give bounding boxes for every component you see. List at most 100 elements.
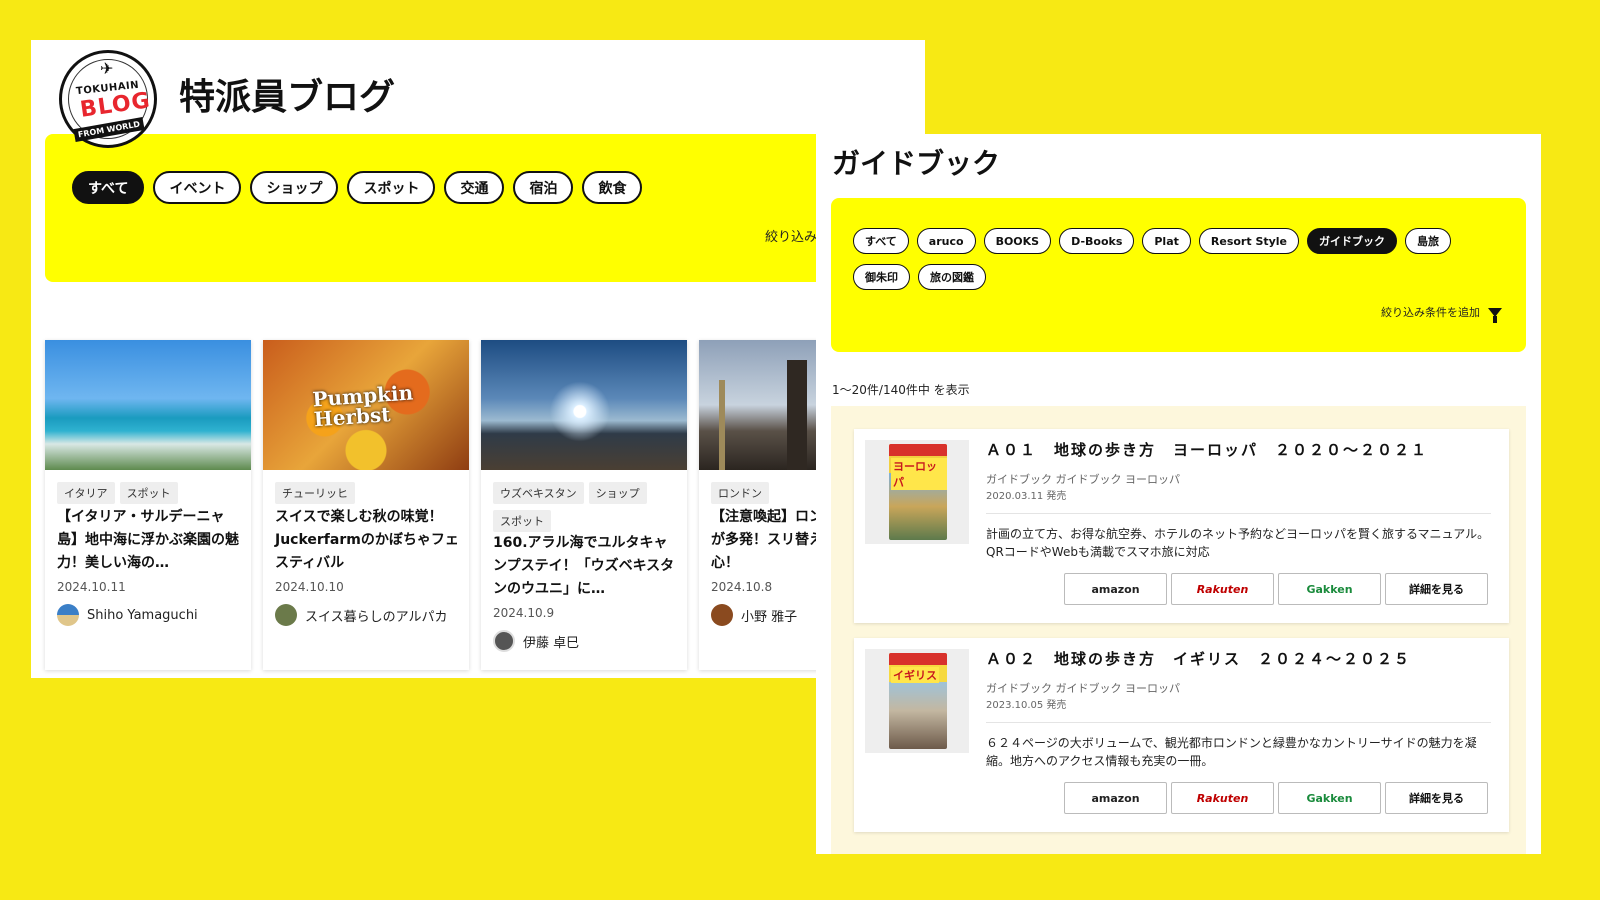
guidebook-title: ガイドブック [832, 147, 1001, 180]
book-category: ガイドブック ガイドブック ヨーロッパ [986, 682, 1180, 695]
cover-image: ヨーロッパ [889, 444, 947, 540]
book-category: ガイドブック ガイドブック ヨーロッパ [986, 473, 1180, 486]
details-button[interactable]: 詳細を見る [1385, 573, 1488, 605]
divider [986, 513, 1491, 514]
airplane-icon: ✈ [100, 59, 114, 78]
book-card: イギリス Ａ０２ 地球の歩き方 イギリス ２０２４〜２０２５ ガイドブック ガイ… [854, 638, 1509, 832]
gakken-button[interactable]: Gakken [1278, 573, 1381, 605]
article-card[interactable]: ウズベキスタン ショップ スポット 160.アラル海でユルタキャンプステイ！「ウ… [481, 340, 687, 670]
article-tags: イタリア スポット [57, 482, 247, 504]
article-date: 2024.10.9 [493, 606, 555, 620]
article-date: 2024.10.11 [57, 580, 126, 594]
filter-d-books[interactable]: D-Books [1059, 228, 1135, 254]
divider [986, 722, 1491, 723]
book-list: ヨーロッパ Ａ０１ 地球の歩き方 ヨーロッパ ２０２０〜２０２１ ガイドブック … [831, 406, 1526, 854]
filter-funnel-icon [1488, 307, 1502, 323]
blog-panel: ✈ TOKUHAIN BLOG FROM WORLD 特派員ブログ すべて イベ… [31, 40, 925, 678]
book-release-date: 2020.03.11 発売 [986, 491, 1067, 502]
cover-caption: ヨーロッパ [891, 458, 947, 490]
article-card[interactable]: Pumpkin Herbst チューリッヒ スイスで楽しむ秋の味覚！Jucker… [263, 340, 469, 670]
filter-shop[interactable]: ショップ [250, 171, 339, 204]
avatar [57, 604, 79, 626]
shop-buttons: amazon Rakuten Gakken 詳細を見る [1064, 782, 1488, 814]
cover-image: イギリス [889, 653, 947, 749]
blog-category-filters: すべて イベント ショップ スポット 交通 宿泊 飲食 [72, 171, 643, 204]
pole-shape [719, 380, 725, 470]
article-thumbnail[interactable]: Pumpkin Herbst [263, 340, 469, 470]
book-description: ６２４ページの大ボリュームで、観光都市ロンドンと緑豊かなカントリーサイドの魅力を… [986, 736, 1477, 768]
filter-travel-encyclopedia[interactable]: 旅の図鑑 [918, 264, 986, 290]
blog-filter-panel: すべて イベント ショップ スポット 交通 宿泊 飲食 絞り込み条件を [45, 134, 925, 282]
book-card: ヨーロッパ Ａ０１ 地球の歩き方 ヨーロッパ ２０２０〜２０２１ ガイドブック … [854, 429, 1509, 623]
avatar [275, 604, 297, 626]
article-tag[interactable]: ウズベキスタン [493, 482, 584, 504]
avatar [493, 630, 515, 652]
article-tags: チューリッヒ [275, 482, 465, 504]
author-name: Shiho Yamaguchi [87, 607, 198, 623]
book-cover[interactable]: イギリス [865, 649, 969, 753]
filter-plat[interactable]: Plat [1142, 228, 1191, 254]
filter-lodging[interactable]: 宿泊 [513, 171, 574, 204]
guidebook-panel: ガイドブック すべて aruco BOOKS D-Books Plat Reso… [816, 134, 1541, 854]
guidebook-filter-panel: すべて aruco BOOKS D-Books Plat Resort Styl… [831, 198, 1526, 352]
book-title[interactable]: Ａ０２ 地球の歩き方 イギリス ２０２４〜２０２５ [986, 648, 1411, 669]
article-card[interactable]: イタリア スポット 【イタリア・サルデーニャ島】地中海に浮かぶ楽園の魅力！美しい… [45, 340, 251, 670]
article-title[interactable]: スイスで楽しむ秋の味覚！Juckerfarmのかぼちゃフェスティバル [275, 506, 461, 575]
article-author[interactable]: 伊藤 卓巳 [493, 630, 579, 652]
filter-transport[interactable]: 交通 [444, 171, 505, 204]
article-tag[interactable]: スポット [493, 510, 551, 532]
filter-spot[interactable]: スポット [347, 171, 436, 204]
guidebook-add-filter-link[interactable]: 絞り込み条件を追加 [1381, 304, 1502, 323]
filter-books[interactable]: BOOKS [983, 228, 1052, 254]
blog-title: 特派員ブログ [179, 77, 396, 118]
article-author[interactable]: Shiho Yamaguchi [57, 604, 198, 626]
article-tag[interactable]: ショップ [588, 482, 647, 504]
book-description: 計画の立て方、お得な航空券、ホテルのネット予約などヨーロッパを賢く旅するマニュア… [986, 527, 1490, 559]
book-cover[interactable]: ヨーロッパ [865, 440, 969, 544]
article-tag[interactable]: チューリッヒ [275, 482, 355, 504]
avatar [711, 604, 733, 626]
article-tags: ウズベキスタン ショップ スポット [493, 482, 683, 532]
article-thumbnail[interactable] [45, 340, 251, 470]
book-release-date: 2023.10.05 発売 [986, 700, 1067, 711]
article-list: イタリア スポット 【イタリア・サルデーニャ島】地中海に浮かぶ楽園の魅力！美しい… [45, 340, 905, 670]
filter-aruco[interactable]: aruco [916, 228, 976, 254]
filter-guidebook[interactable]: ガイドブック [1307, 228, 1398, 254]
filter-food[interactable]: 飲食 [582, 171, 643, 204]
filter-goshuin[interactable]: 御朱印 [853, 264, 910, 290]
filter-island-trip[interactable]: 島旅 [1405, 228, 1452, 254]
author-name: 伊藤 卓巳 [523, 635, 580, 651]
result-count: 1〜20件/140件中 を表示 [832, 383, 970, 397]
rakuten-button[interactable]: Rakuten [1171, 573, 1274, 605]
filter-all[interactable]: すべて [72, 171, 145, 204]
article-title[interactable]: 160.アラル海でユルタキャンプステイ！「ウズベキスタンのウユニ」に… [493, 532, 679, 601]
article-date: 2024.10.8 [711, 580, 773, 594]
rakuten-button[interactable]: Rakuten [1171, 782, 1274, 814]
cover-band [889, 653, 947, 665]
article-author[interactable]: スイス暮らしのアルパカ [275, 604, 447, 626]
add-filter-label: 絞り込み条件を追加 [1381, 306, 1480, 319]
details-button[interactable]: 詳細を見る [1385, 782, 1488, 814]
author-name: 小野 雅子 [741, 609, 798, 625]
shop-buttons: amazon Rakuten Gakken 詳細を見る [1064, 573, 1488, 605]
blog-logo[interactable]: ✈ TOKUHAIN BLOG FROM WORLD [59, 50, 157, 148]
article-tag[interactable]: スポット [119, 482, 178, 504]
amazon-button[interactable]: amazon [1064, 782, 1167, 814]
filter-event[interactable]: イベント [153, 171, 242, 204]
cover-band [889, 444, 947, 456]
article-date: 2024.10.10 [275, 580, 344, 594]
article-tag[interactable]: ロンドン [711, 482, 769, 504]
cover-caption: イギリス [891, 667, 939, 683]
filter-resort-style[interactable]: Resort Style [1198, 228, 1300, 254]
article-author[interactable]: 小野 雅子 [711, 604, 797, 626]
filter-all[interactable]: すべて [853, 228, 909, 254]
article-thumbnail[interactable] [481, 340, 687, 470]
article-title[interactable]: 【イタリア・サルデーニャ島】地中海に浮かぶ楽園の魅力！美しい海の… [57, 506, 243, 575]
book-title[interactable]: Ａ０１ 地球の歩き方 ヨーロッパ ２０２０〜２０２１ [986, 439, 1428, 460]
author-name: スイス暮らしのアルパカ [305, 609, 448, 625]
article-tag[interactable]: イタリア [57, 482, 115, 504]
amazon-button[interactable]: amazon [1064, 573, 1167, 605]
gakken-button[interactable]: Gakken [1278, 782, 1381, 814]
thumbnail-overlay-text: Pumpkin Herbst [311, 380, 414, 432]
tower-shape [787, 360, 807, 470]
